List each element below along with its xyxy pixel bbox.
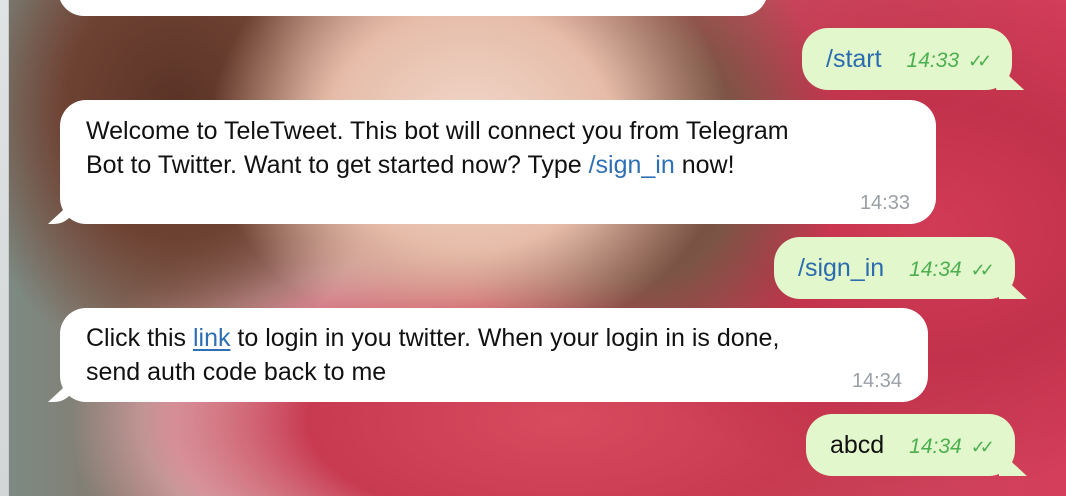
double-check-icon: ✓✓ — [968, 51, 992, 71]
incoming-message-login-link[interactable]: Click this link to login in you twitter.… — [48, 308, 928, 402]
chat-list-edge — [0, 0, 9, 496]
message-time: 14:34 — [909, 435, 962, 458]
message-text: to login in you twitter. When your login… — [230, 324, 780, 352]
message-text: Click this — [86, 324, 193, 352]
message-text: now! — [674, 151, 735, 179]
double-check-icon: ✓✓ — [970, 260, 995, 280]
message-text: /sign_in — [798, 254, 885, 282]
double-check-icon: ✓✓ — [970, 437, 995, 457]
outgoing-message-sign-in[interactable]: /sign_in 14:34 ✓✓ — [774, 237, 1027, 299]
message-time: 14:34 — [851, 370, 902, 392]
message-line: Bot to Twitter. Want to get started now?… — [86, 148, 910, 182]
message-text: /start — [826, 45, 882, 73]
message-line: Click this link to login in you twitter.… — [86, 321, 902, 355]
message-time: 14:34 — [909, 258, 962, 281]
sign-in-command-link[interactable]: /sign_in — [589, 151, 675, 179]
message-line: send auth code back to me — [86, 355, 902, 389]
message-line: Welcome to TeleTweet. This bot will conn… — [86, 114, 910, 148]
message-text: abcd — [830, 431, 885, 459]
outgoing-message-abcd[interactable]: abcd 14:34 ✓✓ — [806, 414, 1027, 476]
message-text: send auth code back to me — [86, 358, 387, 386]
incoming-message-welcome[interactable]: Welcome to TeleTweet. This bot will conn… — [48, 100, 936, 224]
message-text: Welcome to TeleTweet. This bot will conn… — [86, 117, 789, 145]
message-text: Bot to Twitter. Want to get started now?… — [86, 151, 589, 179]
outgoing-message-start[interactable]: /start 14:33 ✓✓ — [802, 28, 1025, 90]
message-time: 14:33 — [859, 192, 910, 214]
message-bubble-partial[interactable] — [58, 0, 768, 16]
twitter-login-link[interactable]: link — [193, 324, 231, 352]
message-time: 14:33 — [906, 49, 960, 72]
